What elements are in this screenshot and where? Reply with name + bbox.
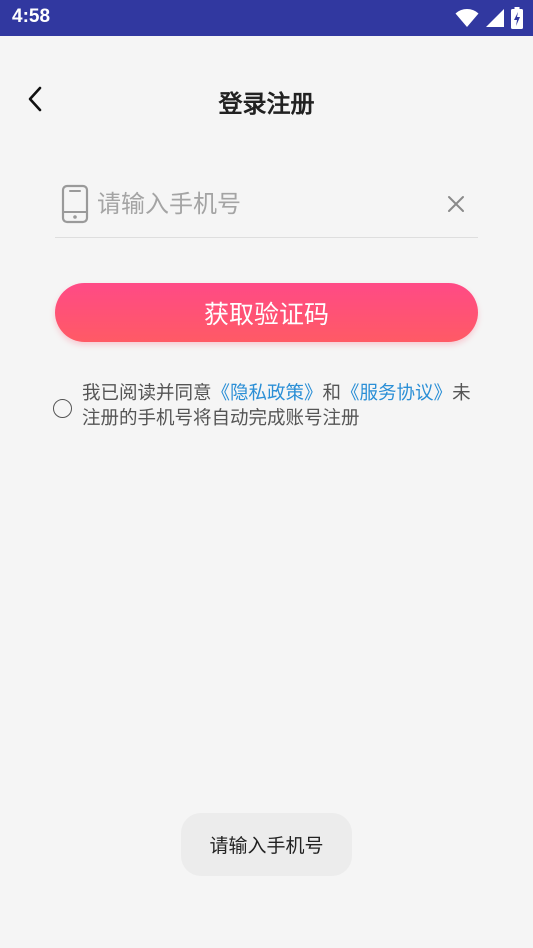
wifi-icon [455, 9, 479, 27]
agree-radio[interactable] [53, 399, 72, 418]
phone-input[interactable] [97, 186, 427, 222]
phone-icon [61, 184, 89, 224]
page-title: 登录注册 [218, 90, 315, 118]
service-agreement-link[interactable]: 《服务协议》 [341, 383, 452, 404]
battery-charging-icon [511, 7, 523, 29]
close-icon[interactable] [444, 192, 468, 216]
status-icons [455, 6, 523, 30]
status-time: 4:58 [12, 6, 51, 27]
toast-message: 请输入手机号 [181, 813, 352, 876]
agreement-text: 我已阅读并同意《隐私政策》和《服务协议》未注册的手机号将自动完成账号注册 [82, 381, 474, 431]
get-code-button[interactable]: 获取验证码 [55, 283, 478, 342]
login-screen: 登录注册 获取验证码 我已阅读并同意《隐私政策》和《服务协议》未注册的手机号将自… [0, 36, 533, 946]
phone-field [55, 176, 478, 238]
agreement-and: 和 [322, 383, 342, 404]
signal-icon [486, 9, 504, 27]
agreement-prefix: 我已阅读并同意 [82, 383, 212, 404]
status-bar: 4:58 [0, 0, 533, 36]
privacy-policy-link[interactable]: 《隐私政策》 [212, 383, 323, 404]
